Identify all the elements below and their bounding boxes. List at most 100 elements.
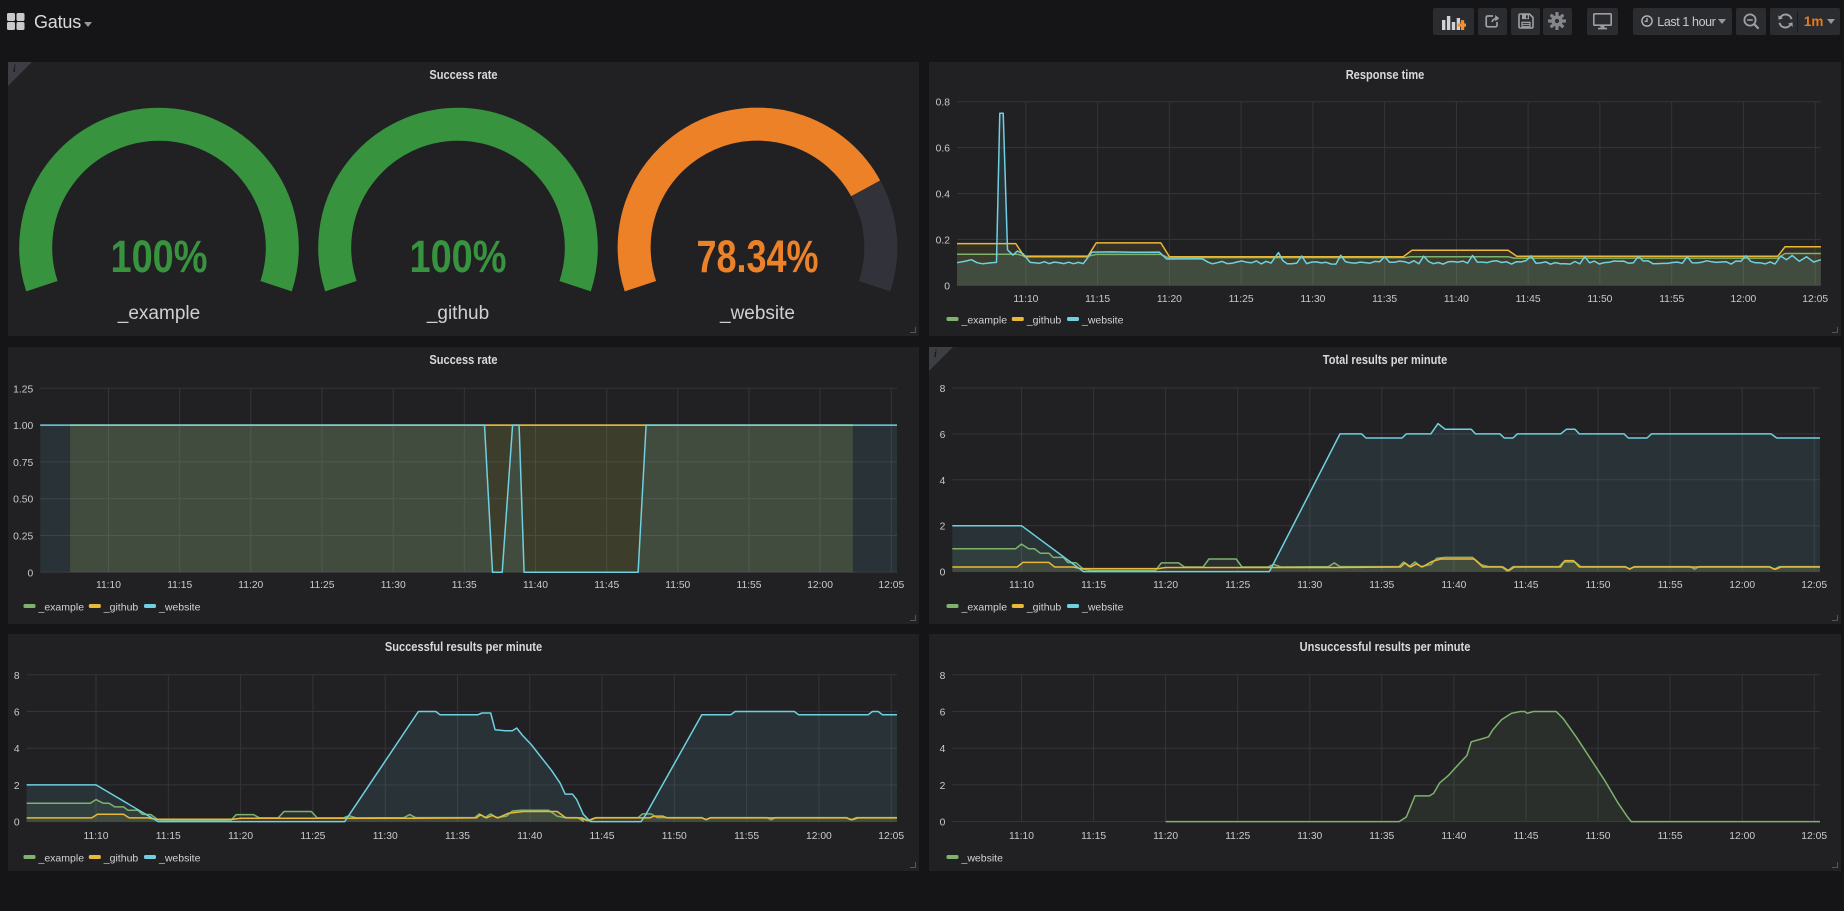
svg-text:6: 6	[940, 708, 946, 719]
svg-text:_website: _website	[719, 303, 795, 324]
svg-text:_website: _website	[961, 853, 1004, 865]
svg-text:11:25: 11:25	[1225, 831, 1250, 842]
svg-text:11:45: 11:45	[594, 580, 619, 591]
svg-text:11:35: 11:35	[445, 831, 470, 842]
svg-text:8: 8	[940, 384, 946, 395]
svg-text:11:50: 11:50	[1585, 580, 1610, 591]
svg-text:2: 2	[14, 781, 20, 792]
svg-text:0.25: 0.25	[13, 532, 33, 543]
svg-text:11:35: 11:35	[1369, 580, 1394, 591]
svg-text:12:00: 12:00	[806, 831, 832, 842]
svg-text:11:50: 11:50	[1587, 294, 1612, 305]
svg-text:11:40: 11:40	[517, 831, 542, 842]
svg-text:11:30: 11:30	[381, 580, 406, 591]
svg-text:1.00: 1.00	[13, 421, 33, 432]
svg-text:_website: _website	[1081, 315, 1124, 327]
svg-text:12:00: 12:00	[1731, 294, 1757, 305]
svg-text:0: 0	[14, 818, 20, 829]
svg-text:11:10: 11:10	[1009, 831, 1034, 842]
svg-text:11:20: 11:20	[228, 831, 253, 842]
svg-text:_example: _example	[961, 602, 1008, 614]
svg-text:11:35: 11:35	[1369, 831, 1394, 842]
svg-text:12:05: 12:05	[1801, 580, 1827, 591]
svg-text:4: 4	[940, 744, 946, 755]
svg-text:_example: _example	[961, 315, 1008, 327]
svg-text:6: 6	[940, 430, 946, 441]
svg-text:11:15: 11:15	[1085, 294, 1110, 305]
svg-text:11:20: 11:20	[1153, 580, 1178, 591]
svg-text:0: 0	[940, 818, 946, 829]
svg-text:12:00: 12:00	[1729, 831, 1755, 842]
svg-text:_github: _github	[426, 303, 489, 324]
svg-text:11:15: 11:15	[156, 831, 181, 842]
svg-text:_github: _github	[103, 853, 139, 865]
svg-text:12:05: 12:05	[1801, 831, 1827, 842]
svg-text:11:30: 11:30	[1297, 580, 1322, 591]
svg-text:2: 2	[940, 522, 946, 533]
svg-text:0.50: 0.50	[13, 495, 33, 506]
svg-text:11:55: 11:55	[736, 580, 761, 591]
svg-text:_example: _example	[38, 853, 85, 865]
svg-text:11:25: 11:25	[300, 831, 325, 842]
svg-text:11:40: 11:40	[1441, 580, 1466, 591]
svg-text:_website: _website	[158, 602, 201, 614]
svg-text:0: 0	[27, 568, 33, 579]
svg-text:11:15: 11:15	[1081, 831, 1106, 842]
svg-text:_example: _example	[117, 303, 200, 324]
svg-text:_github: _github	[103, 602, 139, 614]
svg-text:0: 0	[940, 568, 946, 579]
svg-text:2: 2	[940, 781, 946, 792]
svg-text:11:45: 11:45	[1513, 580, 1538, 591]
svg-text:0: 0	[944, 281, 950, 292]
svg-text:11:45: 11:45	[1513, 831, 1538, 842]
svg-text:11:40: 11:40	[1441, 831, 1466, 842]
svg-text:11:20: 11:20	[238, 580, 263, 591]
svg-text:100%: 100%	[111, 231, 208, 282]
svg-text:11:30: 11:30	[373, 831, 398, 842]
svg-text:_github: _github	[1026, 602, 1062, 614]
svg-text:0.4: 0.4	[936, 190, 951, 201]
svg-text:_example: _example	[38, 602, 85, 614]
svg-text:4: 4	[14, 744, 20, 755]
svg-text:11:50: 11:50	[1585, 831, 1610, 842]
svg-text:11:55: 11:55	[734, 831, 759, 842]
svg-text:12:05: 12:05	[878, 580, 904, 591]
svg-text:11:50: 11:50	[665, 580, 690, 591]
svg-text:11:25: 11:25	[309, 580, 334, 591]
svg-text:1.25: 1.25	[13, 384, 33, 395]
svg-text:11:15: 11:15	[1081, 580, 1106, 591]
svg-text:4: 4	[940, 476, 946, 487]
svg-text:_github: _github	[1026, 315, 1062, 327]
svg-text:12:00: 12:00	[807, 580, 833, 591]
svg-text:0.6: 0.6	[936, 144, 951, 155]
svg-text:11:10: 11:10	[83, 831, 108, 842]
svg-text:11:10: 11:10	[96, 580, 121, 591]
svg-text:11:35: 11:35	[1372, 294, 1397, 305]
svg-text:11:40: 11:40	[523, 580, 548, 591]
svg-text:6: 6	[14, 708, 20, 719]
svg-text:8: 8	[14, 671, 20, 682]
svg-text:11:30: 11:30	[1300, 294, 1325, 305]
svg-text:11:10: 11:10	[1009, 580, 1034, 591]
svg-text:0.8: 0.8	[936, 98, 951, 109]
svg-text:11:55: 11:55	[1659, 294, 1684, 305]
svg-text:12:05: 12:05	[878, 831, 904, 842]
svg-text:11:30: 11:30	[1297, 831, 1322, 842]
svg-text:11:40: 11:40	[1444, 294, 1469, 305]
svg-text:11:10: 11:10	[1013, 294, 1038, 305]
svg-text:11:45: 11:45	[1516, 294, 1541, 305]
svg-text:11:25: 11:25	[1229, 294, 1254, 305]
svg-text:11:45: 11:45	[589, 831, 614, 842]
svg-text:11:55: 11:55	[1658, 580, 1683, 591]
svg-text:11:25: 11:25	[1225, 580, 1250, 591]
svg-text:0.2: 0.2	[936, 236, 951, 247]
svg-text:_website: _website	[158, 853, 201, 865]
svg-text:11:20: 11:20	[1157, 294, 1182, 305]
svg-text:8: 8	[940, 671, 946, 682]
svg-text:11:20: 11:20	[1153, 831, 1178, 842]
svg-text:100%: 100%	[410, 231, 507, 282]
svg-text:_website: _website	[1081, 602, 1124, 614]
svg-text:11:15: 11:15	[167, 580, 192, 591]
svg-text:78.34%: 78.34%	[697, 231, 819, 282]
svg-text:0.75: 0.75	[13, 458, 33, 469]
